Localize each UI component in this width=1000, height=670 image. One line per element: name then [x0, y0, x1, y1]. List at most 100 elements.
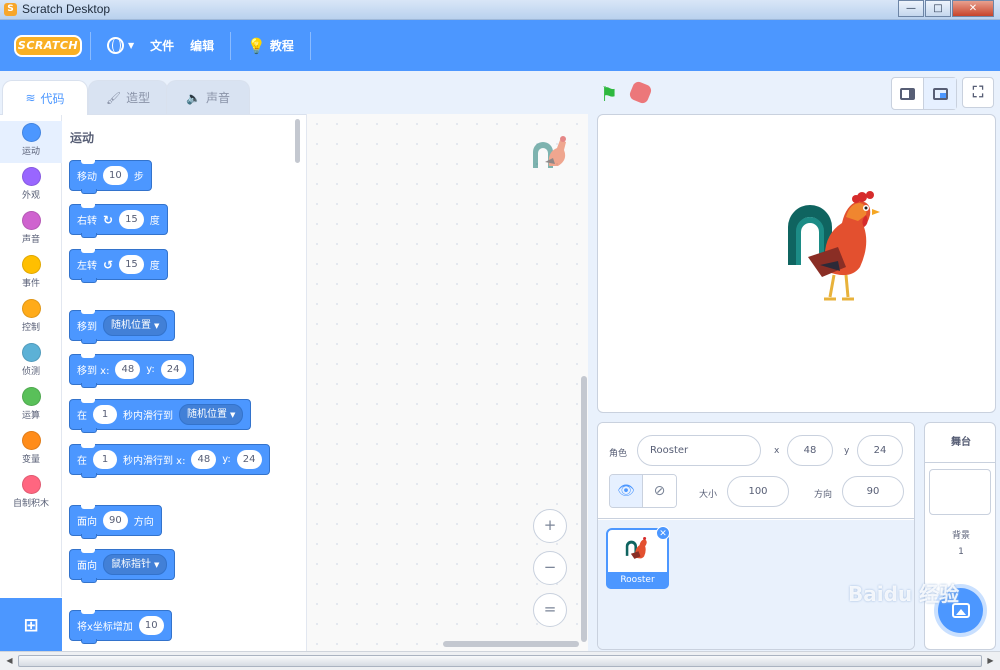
x-input[interactable]: 48 — [115, 360, 141, 379]
block-goto-xy[interactable]: 移到 x: 48 y: 24 — [69, 354, 194, 388]
rooster-sprite[interactable] — [786, 187, 886, 305]
close-button[interactable]: ✕ — [952, 0, 994, 17]
zoom-out-button[interactable]: − — [533, 551, 567, 585]
dropdown-value: 鼠标指针 — [111, 559, 151, 570]
zoom-in-button[interactable]: + — [533, 509, 567, 543]
block-text: 在 — [77, 411, 87, 422]
large-stage-button[interactable] — [924, 78, 956, 109]
category-control[interactable]: 控制 — [0, 297, 62, 339]
script-horizontal-scrollbar[interactable] — [443, 641, 579, 647]
category-dot-icon — [21, 431, 41, 450]
block-glide-xy[interactable]: 在 1 秒内滑行到 x: 48 y: 24 — [69, 444, 270, 478]
script-vertical-scrollbar[interactable] — [581, 376, 587, 642]
goto-target-dropdown[interactable]: 随机位置 ▼ — [103, 315, 168, 336]
category-looks[interactable]: 外观 — [0, 165, 62, 207]
tab-sounds[interactable]: 🔈 声音 — [166, 80, 250, 114]
stage-canvas[interactable] — [597, 114, 996, 413]
block-change-x[interactable]: 将x坐标增加 10 — [69, 610, 172, 644]
app-icon: S — [4, 3, 17, 16]
fullscreen-button[interactable]: ⛶ — [962, 77, 994, 108]
menu-bar: SCRATCH ▼ 文件 编辑 💡 教程 — [0, 20, 1000, 71]
direction-input[interactable]: 90 — [103, 511, 128, 530]
category-motion[interactable]: 运动 — [0, 121, 62, 163]
x-input[interactable]: 48 — [191, 450, 217, 469]
block-text: 移到 — [77, 322, 97, 333]
category-label: 控制 — [21, 323, 40, 333]
category-operators[interactable]: 运算 — [0, 385, 62, 427]
degrees-input[interactable]: 15 — [119, 210, 144, 229]
direction-input[interactable]: 90 — [842, 476, 904, 507]
block-move-steps[interactable]: 移动 10 步 — [69, 160, 152, 194]
file-menu[interactable]: 文件 — [142, 37, 182, 54]
scroll-right-icon[interactable]: ▶ — [983, 654, 998, 668]
large-stage-icon — [932, 87, 948, 100]
degrees-input[interactable]: 15 — [119, 255, 144, 274]
tutorials-menu[interactable]: 💡 教程 — [239, 37, 302, 55]
block-point-direction[interactable]: 面向 90 方向 — [69, 505, 162, 539]
maximize-button[interactable]: □ — [925, 0, 951, 17]
block-point-towards[interactable]: 面向 鼠标指针 ▼ — [69, 549, 176, 583]
visibility-toggle: 👁 ⊘ — [609, 474, 677, 508]
seconds-input[interactable]: 1 — [93, 405, 117, 424]
palette-scrollbar[interactable] — [295, 119, 300, 163]
add-extension-button[interactable]: ⊞ — [0, 598, 62, 652]
language-menu[interactable]: ▼ — [99, 37, 142, 54]
rooster-thumbnail — [625, 537, 647, 559]
category-dot-icon — [21, 343, 41, 362]
small-stage-button[interactable] — [892, 78, 924, 109]
category-dot-icon — [21, 387, 41, 406]
block-turn-left[interactable]: 左转 ↺ 15 度 — [69, 249, 168, 283]
y-position-input[interactable]: 24 — [857, 435, 903, 466]
globe-icon — [107, 37, 124, 54]
category-variables[interactable]: 变量 — [0, 429, 62, 471]
green-flag-icon[interactable]: ⚑ — [600, 82, 618, 106]
backdrops-count: 1 — [958, 547, 964, 557]
x-label: x — [774, 446, 780, 456]
category-events[interactable]: 事件 — [0, 253, 62, 295]
category-dot-icon — [21, 123, 41, 142]
stage-thumbnail[interactable] — [929, 469, 991, 515]
show-sprite-button[interactable]: 👁 — [610, 475, 643, 507]
sprite-tile[interactable]: ✕ Rooster — [606, 526, 670, 589]
stop-icon[interactable] — [628, 80, 653, 105]
minimize-button[interactable]: — — [898, 0, 924, 17]
zoom-reset-button[interactable]: = — [533, 593, 567, 627]
tab-costumes[interactable]: 🖌 造型 — [88, 80, 168, 114]
category-menu: 运动 外观 声音 事件 控制 侦测 运算 变量 自制积木 — [0, 115, 62, 597]
towards-dropdown[interactable]: 鼠标指针 ▼ — [103, 554, 168, 575]
block-goto[interactable]: 移到 随机位置 ▼ — [69, 310, 176, 344]
palette-section-title: 运动 — [70, 131, 95, 145]
scratch-logo[interactable]: SCRATCH — [14, 34, 82, 57]
script-area[interactable]: + − = — [306, 114, 588, 651]
window-horizontal-scrollbar[interactable]: ◀ ▶ — [0, 651, 1000, 670]
category-dot-icon — [21, 167, 41, 186]
edit-menu[interactable]: 编辑 — [182, 37, 222, 54]
change-x-input[interactable]: 10 — [138, 616, 164, 635]
hide-sprite-button[interactable]: ⊘ — [643, 475, 676, 507]
y-input[interactable]: 24 — [160, 360, 186, 379]
x-position-input[interactable]: 48 — [787, 435, 833, 466]
blocks-area: 运动 外观 声音 事件 控制 侦测 运算 变量 自制积木 ⊞ 运动 移动 10 … — [0, 114, 306, 652]
code-icon: ≋ — [25, 91, 36, 105]
block-turn-right[interactable]: 右转 ↻ 15 度 — [69, 204, 168, 238]
steps-input[interactable]: 10 — [103, 166, 128, 185]
y-input[interactable]: 24 — [236, 450, 262, 469]
category-sound[interactable]: 声音 — [0, 209, 62, 251]
block-glide-to[interactable]: 在 1 秒内滑行到 随机位置 ▼ — [69, 399, 252, 433]
chevron-down-icon: ▼ — [128, 41, 135, 50]
block-text: 方向 — [133, 517, 154, 528]
stage-size-toggle — [891, 77, 957, 110]
scroll-left-icon[interactable]: ◀ — [2, 654, 17, 668]
sprite-name-input[interactable]: Rooster — [637, 435, 761, 466]
chevron-down-icon: ▼ — [230, 411, 236, 419]
seconds-input[interactable]: 1 — [93, 450, 117, 469]
tab-code[interactable]: ≋ 代码 — [2, 80, 88, 115]
category-label: 声音 — [21, 235, 40, 245]
category-my-blocks[interactable]: 自制积木 — [0, 473, 62, 515]
category-sensing[interactable]: 侦测 — [0, 341, 62, 383]
glide-target-dropdown[interactable]: 随机位置 ▼ — [179, 404, 244, 425]
delete-sprite-icon[interactable]: ✕ — [656, 526, 670, 540]
scrollbar-thumb[interactable] — [18, 655, 982, 667]
size-input[interactable]: 100 — [727, 476, 789, 507]
block-text: 度 — [149, 261, 160, 272]
